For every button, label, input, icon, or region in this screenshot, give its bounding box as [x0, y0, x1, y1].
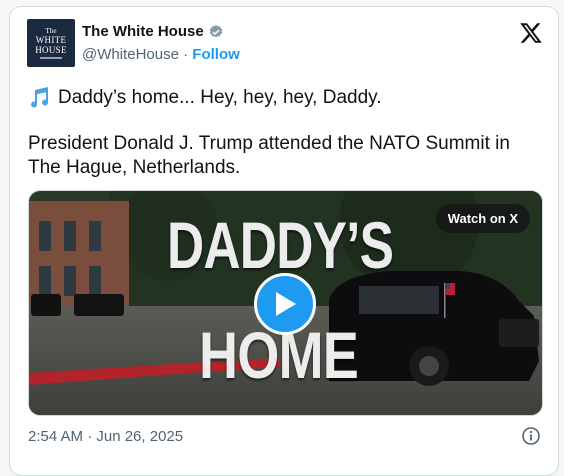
avatar-rule — [40, 57, 62, 59]
avatar-text-2: WHITE — [35, 35, 67, 45]
follow-button[interactable]: Follow — [192, 46, 240, 63]
video-player[interactable]: DADDY’S HOME Watch on X — [28, 190, 543, 416]
tweet-card: The WHITE HOUSE The White House @WhiteHo… — [9, 6, 559, 476]
avatar[interactable]: The WHITE HOUSE — [27, 19, 75, 67]
avatar-text-1: The — [45, 27, 57, 35]
account-handle[interactable]: @WhiteHouse — [82, 46, 179, 63]
post-line-2: President Donald J. Trump attended the N… — [28, 133, 510, 178]
play-button[interactable] — [254, 273, 316, 335]
handle-row: @WhiteHouse · Follow — [82, 46, 240, 63]
avatar-text-3: HOUSE — [35, 45, 67, 55]
watch-on-x-button[interactable]: Watch on X — [435, 204, 530, 233]
account-name[interactable]: The White House — [82, 23, 204, 40]
overlay-title-line-1: DADDY’S — [167, 208, 394, 282]
info-icon[interactable] — [521, 426, 541, 446]
play-icon — [276, 292, 296, 316]
post-text-line-1: Daddy’s home... Hey, hey, hey, Daddy. — [28, 87, 382, 109]
x-logo-icon[interactable] — [519, 21, 543, 45]
post-timestamp[interactable]: 2:54 AM · Jun 26, 2025 — [28, 428, 183, 445]
verified-badge-icon — [209, 24, 223, 37]
separator: · — [178, 46, 193, 63]
name-row: The White House — [82, 23, 224, 40]
post-line-1: Daddy’s home... Hey, hey, hey, Daddy. — [58, 87, 382, 108]
musical-notes-icon — [31, 87, 49, 108]
